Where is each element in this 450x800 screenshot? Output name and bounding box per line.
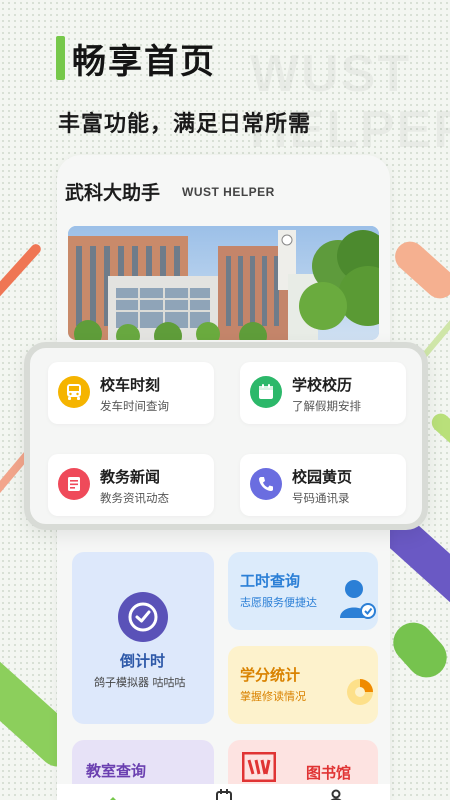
tile-academic-news[interactable]: 教务新闻 教务资讯动态 bbox=[48, 454, 214, 516]
card-title: 倒计时 bbox=[120, 652, 166, 670]
user-icon bbox=[338, 578, 376, 622]
card-desc: 鸽子模拟器 咕咕咕 bbox=[94, 676, 186, 689]
pie-chart-icon bbox=[344, 672, 376, 708]
card-desc: 志愿服务便捷达 bbox=[240, 596, 317, 609]
library-icon bbox=[241, 751, 277, 783]
card-title: 图书馆 bbox=[306, 764, 352, 782]
tile-bus-schedule[interactable]: 校车时刻 发车时间查询 bbox=[48, 362, 214, 424]
app-name-en: WUST HELPER bbox=[182, 185, 275, 199]
page-title: 畅享首页 bbox=[72, 42, 216, 82]
card-title: 工时查询 bbox=[240, 572, 301, 590]
app-name: 武科大助手 bbox=[65, 182, 161, 204]
decor-stroke-peach bbox=[388, 235, 450, 305]
watermark: WUST HELPER bbox=[250, 46, 450, 158]
campus-banner-image[interactable] bbox=[68, 226, 379, 340]
quick-access-panel: 校车时刻 发车时间查询 学校校历 了解假期安排 教务新闻 教务资讯动态 校园黄页… bbox=[24, 342, 428, 530]
tile-campus-directory[interactable]: 校园黄页 号码通讯录 bbox=[240, 454, 406, 516]
news-icon bbox=[58, 468, 90, 500]
profile-tab-icon[interactable] bbox=[329, 788, 343, 800]
tile-desc: 了解假期安排 bbox=[292, 399, 361, 413]
card-countdown[interactable]: 倒计时 鸽子模拟器 咕咕咕 bbox=[72, 552, 214, 724]
calendar-tab-icon[interactable] bbox=[215, 788, 233, 800]
card-work-hours[interactable]: 工时查询 志愿服务便捷达 bbox=[228, 552, 378, 630]
page-subtitle: 丰富功能，满足日常所需 bbox=[58, 112, 312, 137]
calendar-icon bbox=[250, 376, 282, 408]
campus-building-illustration bbox=[68, 226, 379, 340]
home-icon[interactable] bbox=[103, 790, 123, 800]
tile-school-calendar[interactable]: 学校校历 了解假期安排 bbox=[240, 362, 406, 424]
decor-stroke-green-small bbox=[385, 614, 450, 686]
tile-title: 学校校历 bbox=[292, 376, 353, 394]
phone-icon bbox=[250, 468, 282, 500]
bottom-tab-bar bbox=[57, 784, 390, 800]
tile-desc: 教务资讯动态 bbox=[100, 491, 169, 505]
tile-title: 校车时刻 bbox=[100, 376, 161, 394]
card-credits[interactable]: 学分统计 掌握修读情况 bbox=[228, 646, 378, 724]
card-title: 教室查询 bbox=[86, 762, 147, 780]
decor-stroke-orange bbox=[0, 242, 43, 338]
card-desc: 掌握修读情况 bbox=[240, 690, 306, 703]
decor-stroke-lime-small bbox=[428, 409, 450, 451]
tile-title: 校园黄页 bbox=[292, 468, 353, 486]
tile-title: 教务新闻 bbox=[100, 468, 161, 486]
card-title: 学分统计 bbox=[240, 666, 301, 684]
title-accent-bar bbox=[56, 36, 65, 80]
clock-icon bbox=[118, 592, 168, 642]
tile-desc: 号码通讯录 bbox=[292, 491, 350, 505]
bus-icon bbox=[58, 376, 90, 408]
tile-desc: 发车时间查询 bbox=[100, 399, 169, 413]
